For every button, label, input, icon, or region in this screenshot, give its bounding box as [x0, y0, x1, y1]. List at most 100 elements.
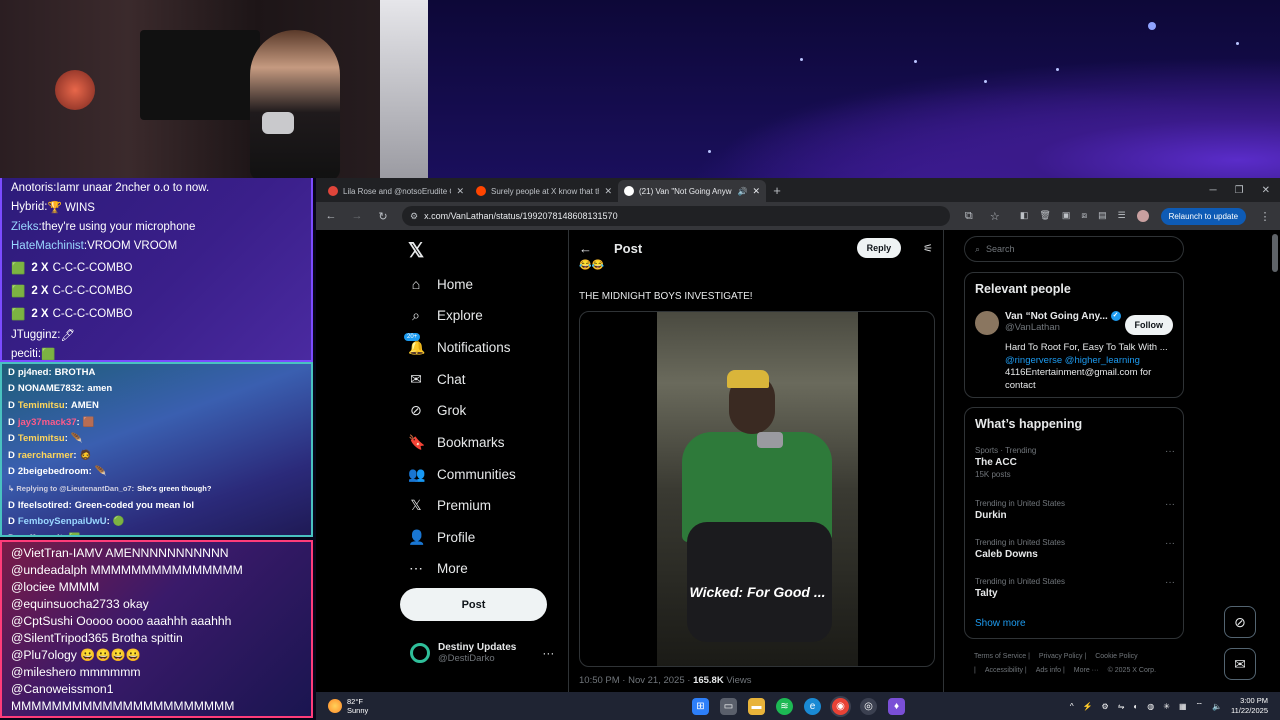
browser-tab[interactable]: Surely people at X know that th ✕ [470, 180, 618, 202]
wifi-icon[interactable]: ⌔ [1196, 701, 1204, 711]
relaunch-button[interactable]: Relaunch to update [1160, 207, 1247, 225]
close-tab-icon[interactable]: ✕ [604, 186, 612, 197]
weather-widget[interactable]: 82°F Sunny [328, 697, 368, 715]
steam-icon[interactable]: ◐ [1133, 702, 1138, 711]
chat-username[interactable]: Temimitsu [18, 400, 65, 411]
nav-item-premium[interactable]: 𝕏 Premium [408, 493, 491, 517]
nav-item-home[interactable]: ⌂ Home [408, 272, 473, 296]
person-name[interactable]: Van “Not Going Any... [1005, 311, 1108, 322]
extension-icon[interactable]: ▣ [1062, 210, 1071, 222]
back-arrow-icon[interactable]: ← [324, 210, 338, 222]
trend-item[interactable]: Trending in United States Talty ··· [975, 577, 1175, 599]
more-dots-icon[interactable]: ··· [1165, 499, 1175, 510]
video-player[interactable]: Wicked: For Good ... [657, 312, 858, 666]
tray-app-icon[interactable]: ⚡ [1083, 702, 1093, 711]
chat-username[interactable]: Anotoris [11, 182, 53, 194]
site-info-icon[interactable]: ⚙ [410, 211, 418, 222]
spotify-icon[interactable]: ≋ [776, 697, 793, 715]
chat-username[interactable]: 2beigebedroom [18, 466, 89, 477]
nav-item-bookmarks[interactable]: 🔖 Bookmarks [408, 430, 505, 454]
nav-item-communities[interactable]: 👥 Communities [408, 462, 516, 486]
app-icon[interactable]: ♦ [888, 697, 905, 715]
footer-link[interactable]: © 2025 X Corp. [1108, 667, 1156, 674]
nav-item-explore[interactable]: ⌕ Explore [408, 303, 483, 327]
nav-item-profile[interactable]: 👤 Profile [408, 525, 475, 549]
avatar[interactable] [1136, 210, 1149, 222]
restore-icon[interactable]: ❐ [1235, 180, 1244, 202]
chat-username[interactable]: Ifeelsotired [18, 500, 69, 511]
tray-app-icon[interactable]: ✳ [1163, 702, 1170, 711]
chat-username[interactable]: NONAME7832 [18, 383, 81, 394]
browser-tab[interactable]: (21) Van "Not Going Anywh 🔊 ✕ [618, 180, 766, 202]
x-logo-icon[interactable]: 𝕏 [408, 238, 424, 263]
close-icon[interactable]: ✕ [1262, 180, 1270, 202]
new-tab-button[interactable]: + [766, 180, 788, 202]
chevron-up-icon[interactable]: ^ [1070, 702, 1074, 711]
chat-username[interactable]: FemboySenpaiUwU [18, 516, 107, 527]
obs-icon[interactable]: ◎ [860, 697, 877, 715]
show-more-link[interactable]: Show more [975, 618, 1026, 629]
trend-item[interactable]: Trending in United States Durkin ··· [975, 499, 1175, 521]
chat-username[interactable]: HateMachinist [11, 240, 84, 252]
nav-item-grok[interactable]: ⊘ Grok [408, 398, 466, 422]
forward-arrow-icon[interactable]: → [350, 210, 364, 222]
footer-link[interactable]: Terms of Service | [974, 653, 1030, 660]
post-button[interactable]: Post [400, 588, 547, 621]
scrollbar[interactable] [1272, 234, 1278, 272]
chat-username[interactable]: Temimitsu [18, 433, 65, 444]
chat-username[interactable]: ↳ Replying to @LieutenantDan_o7: [8, 484, 134, 493]
cast-icon[interactable]: ⧉ [962, 210, 976, 223]
post-media[interactable]: Wicked: For Good ... [579, 311, 935, 667]
address-bar[interactable]: ⚙ x.com/VanLathan/status/199207814860813… [402, 206, 950, 226]
trend-item[interactable]: Trending in United States Caleb Downs ··· [975, 538, 1175, 560]
tray-app-icon[interactable]: ⚙ [1102, 702, 1109, 711]
close-tab-icon[interactable]: ✕ [456, 186, 464, 197]
chat-username[interactable]: peciti [11, 348, 38, 360]
trend-item[interactable]: Sports · Trending The ACC 15K posts ··· [975, 446, 1175, 479]
footer-link[interactable]: Accessibility | [985, 667, 1027, 674]
more-dots-icon[interactable]: ··· [1165, 538, 1175, 549]
nav-item-chat[interactable]: ✉ Chat [408, 367, 465, 391]
kebab-menu-icon[interactable]: ⋮ [1258, 210, 1272, 223]
avatar[interactable] [975, 311, 999, 335]
follow-button[interactable]: Follow [1124, 315, 1173, 335]
clock[interactable]: 3:00 PM 11/22/2025 [1231, 696, 1268, 716]
reply-button[interactable]: Reply [856, 238, 902, 258]
chat-username[interactable]: Zieks [11, 221, 38, 233]
chat-username[interactable]: coffeespit [18, 533, 63, 535]
nav-item-more[interactable]: ⋯ More [408, 556, 468, 580]
account-switcher[interactable]: Destiny Updates @DestiDarko ··· [410, 642, 554, 664]
footer-link[interactable]: Ads info | [1036, 667, 1065, 674]
speaker-icon[interactable]: 🔊 [737, 187, 747, 196]
chat-username[interactable]: raercharmer [18, 450, 73, 461]
tray-app-icon[interactable]: ▦ [1179, 702, 1187, 711]
more-dots-icon[interactable]: ··· [1165, 446, 1175, 457]
chat-username[interactable]: JTugginz [11, 329, 57, 341]
task-view-icon[interactable]: ▭ [720, 697, 737, 715]
close-tab-icon[interactable]: ✕ [752, 186, 760, 197]
grok-icon[interactable]: ⊘ [1224, 606, 1256, 638]
menu-list-icon[interactable]: ☰ [1118, 210, 1126, 222]
edge-icon[interactable]: e [804, 697, 821, 715]
puzzle-icon[interactable]: ⧈ [1081, 210, 1087, 222]
bio-links[interactable]: @ringerverse @higher_learning [1005, 355, 1177, 368]
chat-username[interactable]: jay37mack37 [18, 417, 77, 428]
nav-item-notifications[interactable]: 🔔 20+ Notifications [404, 332, 511, 359]
more-dots-icon[interactable]: ··· [542, 646, 554, 660]
browser-tab[interactable]: Lila Rose and @notsoErudite C ✕ [322, 180, 470, 202]
star-icon[interactable]: ☆ [988, 210, 1002, 223]
person-row[interactable]: Van “Not Going Any... ✓ @VanLathan [975, 311, 1121, 335]
sliders-icon[interactable]: ⚟ [923, 242, 933, 255]
footer-link[interactable]: More ··· [1074, 667, 1099, 674]
reload-icon[interactable]: ↻ [376, 210, 390, 223]
back-arrow-icon[interactable]: ← [579, 241, 592, 256]
chat-username[interactable]: pj4ned [18, 367, 49, 378]
file-explorer-icon[interactable]: ▬ [748, 697, 765, 715]
search-input[interactable]: ⌕ Search [964, 236, 1184, 262]
mail-icon[interactable]: ✉ [1224, 648, 1256, 680]
speaker-icon[interactable]: 🔈 [1212, 702, 1222, 711]
more-dots-icon[interactable]: ··· [1165, 577, 1175, 588]
post-timestamp[interactable]: 10:50 PM · Nov 21, 2025 · [579, 675, 693, 686]
trash-icon[interactable]: 🗑 [1039, 210, 1050, 222]
tray-app-icon[interactable]: ⇋ [1118, 702, 1125, 711]
